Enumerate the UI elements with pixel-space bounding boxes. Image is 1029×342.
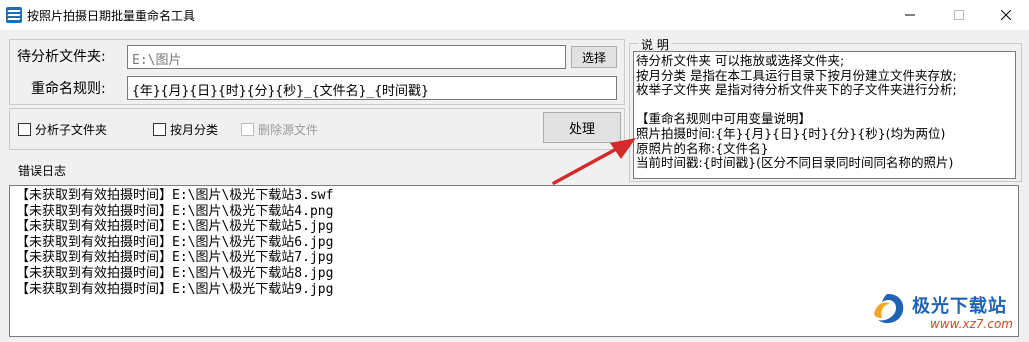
- close-icon: [1001, 10, 1011, 20]
- log-entry: 【未获取到有效拍摄时间】E:\图片\极光下载站8.jpg: [16, 265, 334, 281]
- analyze-subfolders-label: 分析子文件夹: [35, 123, 108, 137]
- error-log-label: 错误日志: [18, 164, 67, 178]
- red-arrow-icon: [552, 138, 636, 185]
- help-line: 枚举子文件夹 是指对待分析文件夹下的子文件夹进行分析;: [636, 82, 957, 98]
- log-entry: 【未获取到有效拍摄时间】E:\图片\极光下载站4.png: [16, 203, 334, 219]
- help-line: 按月分类 是指在本工具运行目录下按月份建立文件夹存放;: [636, 67, 957, 83]
- watermark-logo-icon: [874, 294, 904, 324]
- app-icon: [6, 7, 22, 23]
- delete-source-checkbox: 删除源文件: [241, 121, 318, 138]
- watermark: 极光下载站 www.xz7.com: [868, 286, 1022, 336]
- by-month-checkbox[interactable]: 按月分类: [153, 121, 218, 138]
- rename-rule-input[interactable]: {年}{月}{日}{时}{分}{秒}_{文件名}_{时间戳}: [127, 76, 617, 100]
- help-line: 原照片的名称:{文件名}: [636, 140, 769, 156]
- log-entry: 【未获取到有效拍摄时间】E:\图片\极光下载站9.jpg: [16, 281, 334, 297]
- checkbox-box: [241, 123, 254, 136]
- maximize-icon: [954, 10, 964, 20]
- help-line: 【重命名规则中可用变量说明】: [636, 111, 812, 127]
- help-line: [636, 98, 1013, 113]
- analyze-subfolders-checkbox[interactable]: 分析子文件夹: [18, 121, 107, 138]
- watermark-name: 极光下载站: [912, 296, 1007, 317]
- folder-input[interactable]: E:\图片: [127, 45, 566, 69]
- maximize-button[interactable]: [936, 0, 982, 30]
- help-line: 照片拍摄时间:{年}{月}{日}{时}{分}{秒}(均为两位): [636, 125, 946, 141]
- log-entry: 【未获取到有效拍摄时间】E:\图片\极光下载站7.jpg: [16, 250, 334, 266]
- checkbox-box[interactable]: [18, 123, 31, 136]
- select-folder-button[interactable]: 选择: [571, 46, 617, 68]
- title-bar: 按照片拍摄日期批量重命名工具: [0, 0, 1029, 30]
- help-line: 待分析文件夹 可以拖放或选择文件夹;: [636, 53, 845, 68]
- rename-rule-label: 重命名规则:: [31, 81, 106, 97]
- log-entry: 【未获取到有效拍摄时间】E:\图片\极光下载站5.jpg: [16, 219, 334, 235]
- help-line: 当前时间戳:{时间戳}(区分不同目录同时间同名称的照片): [636, 155, 954, 171]
- log-entry: 【未获取到有效拍摄时间】E:\图片\极光下载站6.jpg: [16, 234, 334, 250]
- delete-source-label: 删除源文件: [258, 123, 319, 137]
- minimize-button[interactable]: [887, 0, 933, 30]
- by-month-label: 按月分类: [170, 123, 219, 137]
- help-text: 待分析文件夹 可以拖放或选择文件夹; 按月分类 是指在本工具运行目录下按月份建立文…: [633, 51, 1016, 179]
- window-title: 按照片拍摄日期批量重命名工具: [27, 9, 196, 23]
- log-entry: 【未获取到有效拍摄时间】E:\图片\极光下载站3.swf: [16, 188, 334, 203]
- watermark-url: www.xz7.com: [930, 317, 1013, 331]
- folder-label: 待分析文件夹:: [17, 49, 106, 65]
- close-button[interactable]: [983, 0, 1029, 30]
- checkbox-box[interactable]: [153, 123, 166, 136]
- minimize-icon: [905, 14, 915, 16]
